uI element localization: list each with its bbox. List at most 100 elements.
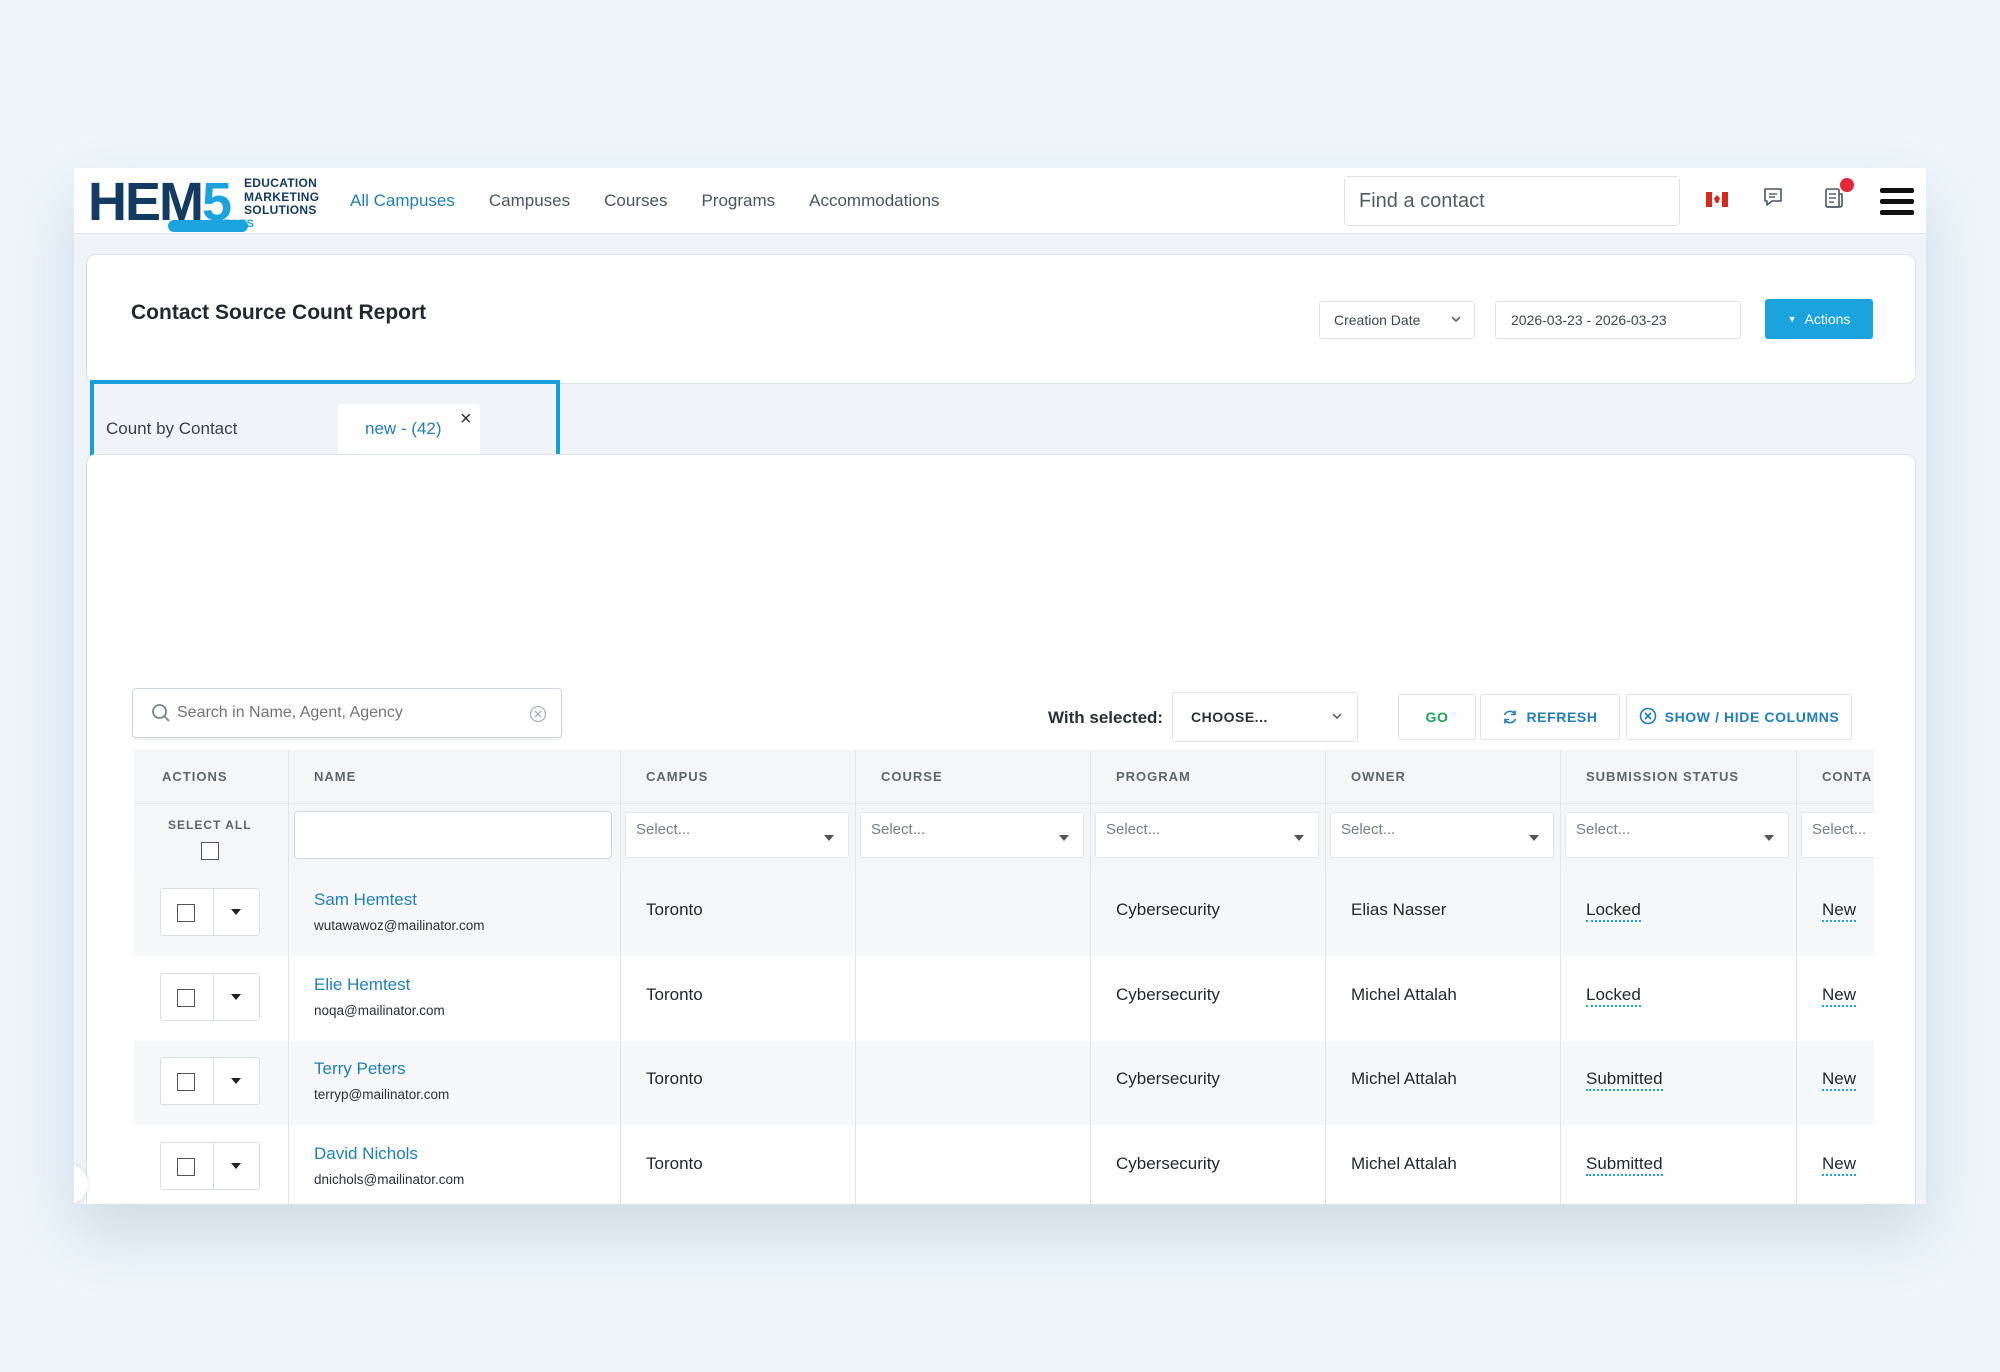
column-divider [855,750,856,1204]
table-search-box[interactable] [132,688,562,738]
owner-cell: Michel Attalah [1351,1069,1457,1088]
column-divider [288,750,289,1204]
row-actions [160,1057,260,1105]
hamburger-menu-icon[interactable] [1880,188,1914,216]
program-cell: Cybersecurity [1116,900,1220,919]
row-checkbox[interactable] [177,988,195,1007]
caret-down-icon [1529,835,1539,841]
contact-name-link[interactable]: Terry Peters [314,1059,406,1079]
go-button[interactable]: GO [1398,694,1476,740]
contact-status-filter-select[interactable]: Select... [1801,812,1874,858]
chevron-down-icon [1332,713,1342,720]
columns-toggle-icon [1639,707,1656,725]
search-icon [152,704,170,722]
row-checkbox[interactable] [177,904,195,922]
contact-status-value[interactable]: New [1822,900,1857,922]
col-header-contact-status[interactable]: CONTA [1822,750,1872,804]
contact-email: dnichols@mailinator.com [314,1171,465,1187]
contact-status-value[interactable]: New [1822,1153,1857,1176]
table-row: David Nichols dnichols@mailinator.com Toro… [134,1126,1874,1205]
caret-down-icon: ▼ [1787,314,1797,324]
notification-badge [1840,178,1854,192]
row-actions-dropdown[interactable] [213,1058,259,1104]
caret-down-icon [1294,835,1304,841]
contact-status-value[interactable]: New [1822,1069,1857,1091]
column-divider [1325,750,1326,1204]
nav-all-campuses[interactable]: All Campuses [350,191,455,211]
submission-status-value[interactable]: Submitted [1586,1153,1663,1176]
chevron-down-icon [1451,316,1461,323]
contact-name-link[interactable]: David Nichols [314,1144,418,1164]
contact-email: terryp@mailinator.com [314,1087,450,1102]
nav-courses[interactable]: Courses [604,191,667,211]
table-header-row: ACTIONS NAME CAMPUS COURSE PROGRAM OWNER… [134,750,1874,804]
top-navbar: HEM5 EDUCATION MARKETING SOLUTIONS YEARS… [74,168,1926,234]
company-logo[interactable]: HEM5 EDUCATION MARKETING SOLUTIONS YEARS [88,174,320,232]
clear-circle-icon[interactable] [529,705,547,723]
page-title: Contact Source Count Report [131,301,427,324]
contact-email: wutawawoz@mailinator.com [314,918,485,933]
program-cell: Cybersecurity [1116,984,1220,1004]
table-row: Sam Hemtest wutawawoz@mailinator.com Toron… [134,872,1874,956]
col-header-owner[interactable]: OWNER [1351,750,1406,804]
row-checkbox[interactable] [177,1157,195,1176]
row-actions [160,972,260,1021]
with-selected-label: With selected: [1048,708,1164,727]
owner-filter-select[interactable]: Select... [1330,812,1554,858]
contact-name-link[interactable]: Sam Hemtest [314,890,417,910]
contact-status-value[interactable]: New [1822,984,1857,1007]
column-divider [620,750,621,1204]
actions-button[interactable]: ▼ Actions [1765,299,1873,339]
submission-status-value[interactable]: Locked [1586,900,1641,922]
bulk-action-select[interactable]: CHOOSE... [1172,692,1358,742]
name-filter-input[interactable] [294,811,612,859]
col-header-campus[interactable]: CAMPUS [646,750,708,804]
row-actions [160,1141,260,1190]
nav-campuses[interactable]: Campuses [489,191,570,211]
col-header-program[interactable]: PROGRAM [1116,750,1191,804]
nav-programs[interactable]: Programs [701,191,775,211]
campus-cell: Toronto [646,1153,703,1173]
row-actions-dropdown[interactable] [213,974,259,1020]
date-type-select[interactable]: Creation Date [1319,301,1475,339]
show-hide-columns-button[interactable]: SHOW / HIDE COLUMNS [1626,694,1852,740]
owner-cell: Michel Attalah [1351,984,1457,1004]
submission-status-value[interactable]: Submitted [1586,1069,1663,1091]
select-all-checkbox[interactable] [201,842,219,860]
col-header-course[interactable]: COURSE [881,750,943,804]
campus-cell: Toronto [646,1069,703,1088]
message-icon[interactable] [1762,186,1784,208]
table-search-input[interactable] [177,701,517,725]
app-window: HEM5 EDUCATION MARKETING SOLUTIONS YEARS… [74,168,1926,1204]
find-contact-input[interactable]: Find a contact [1344,176,1680,226]
caret-down-icon [1764,835,1774,841]
campus-filter-select[interactable]: Select... [625,812,849,858]
row-actions [160,888,260,936]
table-filter-row: SELECT ALL Select... Select... Select...… [134,804,1874,872]
report-header-card: Contact Source Count Report Creation Dat… [86,254,1916,384]
row-actions-dropdown[interactable] [213,1143,259,1189]
nav-accommodations[interactable]: Accommodations [809,191,939,211]
table-row: Terry Peters terryp@mailinator.com Toronto… [134,1041,1874,1125]
canada-flag-icon[interactable] [1706,192,1728,207]
submission-status-value[interactable]: Locked [1586,984,1641,1007]
logo-tagline: EDUCATION MARKETING SOLUTIONS [244,176,320,217]
course-filter-select[interactable]: Select... [860,812,1084,858]
program-cell: Cybersecurity [1116,1153,1220,1173]
date-range-input[interactable]: 2026-03-23 - 2026-03-23 [1495,301,1741,339]
row-actions-dropdown[interactable] [213,889,259,935]
row-checkbox[interactable] [177,1073,195,1091]
col-header-submission-status[interactable]: SUBMISSION STATUS [1586,750,1739,804]
program-filter-select[interactable]: Select... [1095,812,1319,858]
contact-name-link[interactable]: Elie Hemtest [314,975,410,995]
column-divider [1090,750,1091,1204]
campus-cell: Toronto [646,984,703,1004]
owner-cell: Michel Attalah [1351,1153,1457,1173]
refresh-icon [1504,710,1517,724]
column-divider [1796,750,1797,1204]
col-header-name[interactable]: NAME [314,750,356,804]
refresh-button[interactable]: REFRESH [1480,694,1620,740]
program-cell: Cybersecurity [1116,1069,1220,1088]
submission-status-filter-select[interactable]: Select... [1565,812,1789,858]
contact-email: noqa@mailinator.com [314,1002,445,1018]
